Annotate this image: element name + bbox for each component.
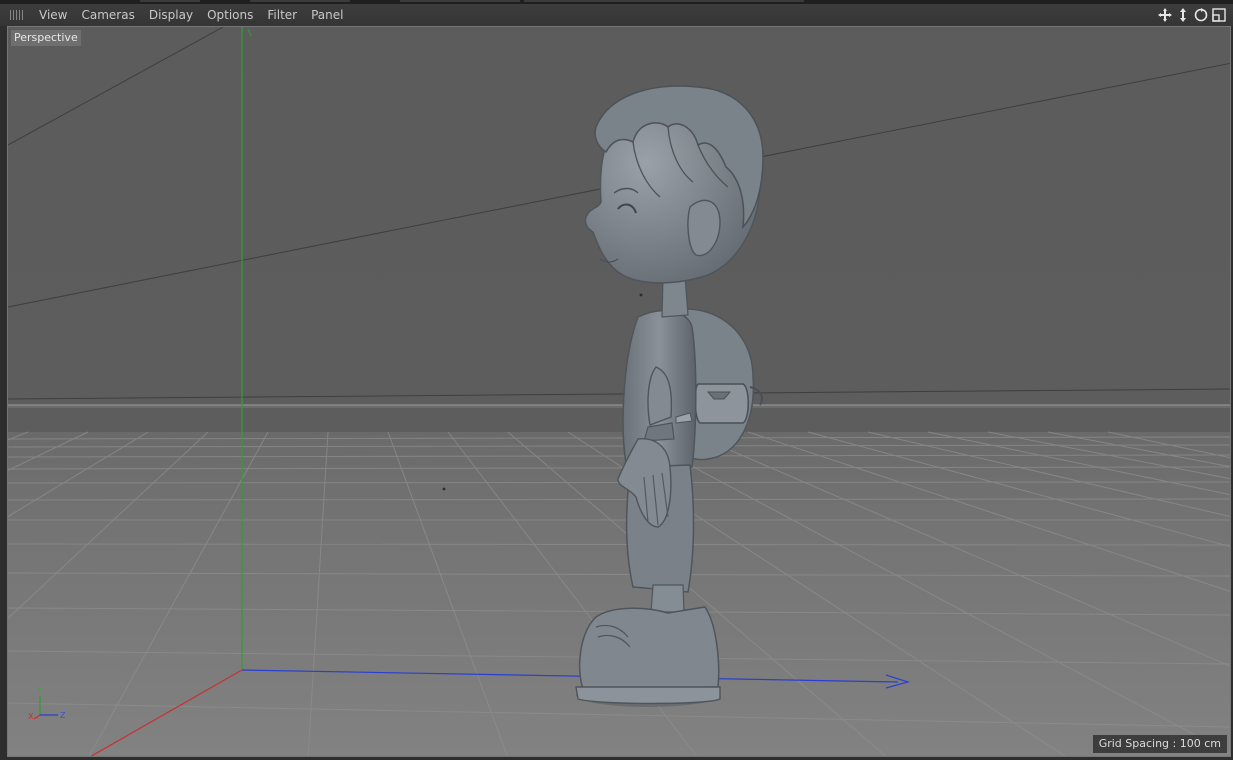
viewport-menu-bar: View Cameras Display Options Filter Pane… (0, 4, 1233, 26)
maximize-view-icon[interactable] (1211, 7, 1227, 23)
menu-panel[interactable]: Panel (304, 4, 350, 26)
gizmo-y-label: Y (36, 686, 42, 695)
viewport-window: View Cameras Display Options Filter Pane… (0, 0, 1233, 760)
axis-gizmo: Y Z X (28, 686, 66, 721)
viewport-scene (8, 27, 1230, 756)
dolly-view-icon[interactable] (1175, 7, 1191, 23)
gizmo-x-label: X (28, 712, 34, 721)
toolbar-tab[interactable] (400, 0, 520, 2)
gizmo-z-label: Z (60, 711, 66, 720)
rotate-view-icon[interactable] (1193, 7, 1209, 23)
move-view-icon[interactable] (1157, 7, 1173, 23)
gizmo-x-axis (33, 714, 41, 720)
grid-spacing-label: Grid Spacing : 100 cm (1092, 735, 1227, 753)
toolbar-tab[interactable] (140, 0, 200, 2)
menu-filter[interactable]: Filter (260, 4, 304, 26)
menu-options[interactable]: Options (200, 4, 260, 26)
menu-view[interactable]: View (32, 4, 74, 26)
menu-cameras[interactable]: Cameras (74, 4, 141, 26)
camera-label[interactable]: Perspective (11, 30, 81, 46)
menu-display[interactable]: Display (142, 4, 200, 26)
3d-viewport[interactable]: Perspective Y Z X Grid Spacing : 100 cm (7, 26, 1231, 757)
toolbar-tab[interactable] (524, 0, 804, 2)
toolbar-tab[interactable] (250, 0, 350, 2)
view-navigation-icons (1157, 7, 1227, 23)
panel-grip-icon[interactable] (10, 10, 24, 20)
